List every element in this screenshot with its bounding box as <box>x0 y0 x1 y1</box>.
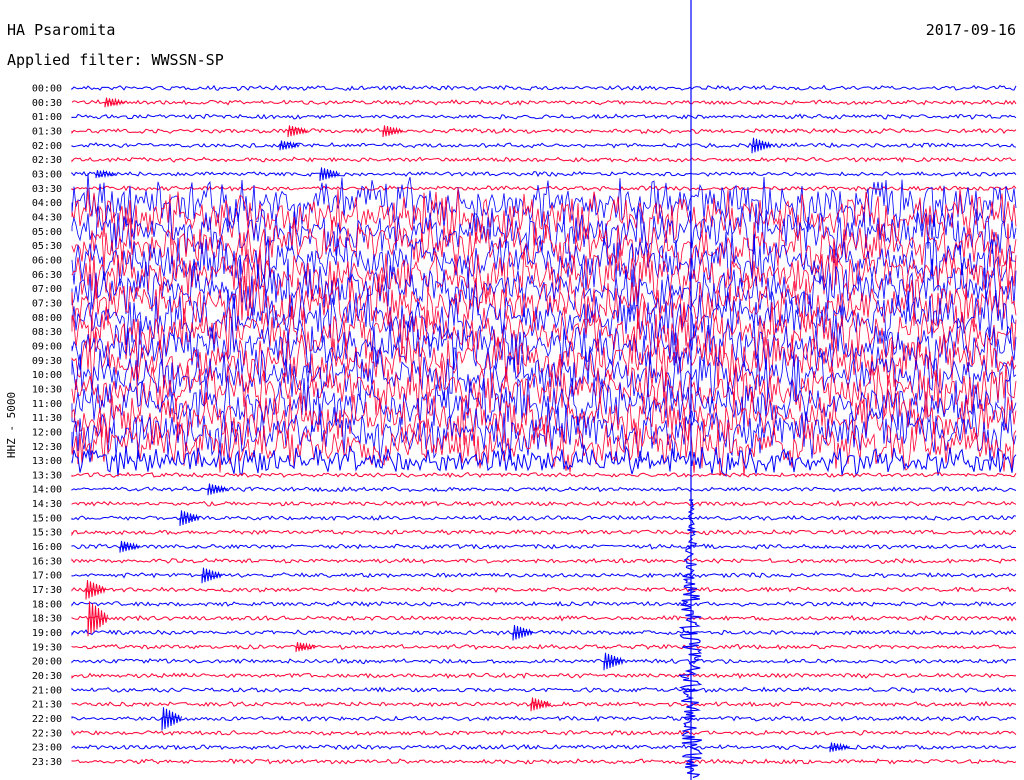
event-burst <box>85 580 106 600</box>
trace-line <box>71 658 1017 665</box>
trace-line <box>71 272 1017 332</box>
trace-line <box>71 471 1017 479</box>
trace-line <box>71 156 1017 163</box>
time-label: 05:00 <box>32 227 62 238</box>
time-label: 21:30 <box>32 700 62 711</box>
time-label: 11:30 <box>32 413 62 424</box>
time-label: 02:00 <box>32 141 62 152</box>
time-label: 08:30 <box>32 327 62 338</box>
trace-line <box>71 113 1017 120</box>
time-label: 15:30 <box>32 528 62 539</box>
trace-line <box>71 686 1017 693</box>
time-label: 16:00 <box>32 542 62 553</box>
helicorder-plot: 00:00 00:30 01:00 01:30 02:00 02:30 03:00 03:30… <box>5 0 1017 780</box>
time-label: 15:00 <box>32 513 62 524</box>
trace-line <box>71 614 1017 622</box>
time-label: 14:00 <box>32 485 62 496</box>
time-label: 07:00 <box>32 284 62 295</box>
time-label: 01:30 <box>32 126 62 137</box>
trace-line <box>71 643 1017 651</box>
time-label: 05:30 <box>32 241 62 252</box>
time-label: 00:00 <box>32 84 62 95</box>
time-label: 14:30 <box>32 499 62 510</box>
trace-line <box>71 586 1017 594</box>
seismic-traces <box>71 84 1017 765</box>
time-label: 07:30 <box>32 298 62 309</box>
trace-line <box>71 743 1017 751</box>
time-label: 10:00 <box>32 370 62 381</box>
time-label: 23:30 <box>32 757 62 768</box>
trace-line <box>71 543 1017 550</box>
time-label: 08:00 <box>32 313 62 324</box>
event-burst <box>287 125 308 138</box>
time-label: 01:00 <box>32 112 62 123</box>
time-label: 03:00 <box>32 169 62 180</box>
time-label: 19:00 <box>32 628 62 639</box>
trace-line <box>71 514 1017 522</box>
time-label: 22:30 <box>32 728 62 739</box>
time-label: 02:30 <box>32 155 62 166</box>
time-label: 03:30 <box>32 184 62 195</box>
time-label: 06:00 <box>32 255 62 266</box>
trace-line <box>71 170 1017 178</box>
time-label: 20:00 <box>32 657 62 668</box>
station-name: HA Psaromita <box>7 21 116 39</box>
time-label: 16:30 <box>32 556 62 567</box>
time-label: 11:00 <box>32 399 62 410</box>
time-label: 04:30 <box>32 212 62 223</box>
trace-line <box>71 629 1017 637</box>
time-label: 17:30 <box>32 585 62 596</box>
time-label: 21:00 <box>32 685 62 696</box>
trace-line <box>71 600 1017 608</box>
time-label: 10:30 <box>32 384 62 395</box>
trace-line <box>71 84 1017 92</box>
time-label: 13:00 <box>32 456 62 467</box>
event-burst <box>95 169 116 179</box>
time-label: 17:00 <box>32 571 62 582</box>
time-label: 12:00 <box>32 427 62 438</box>
trace-line <box>71 203 1017 258</box>
trace-line <box>71 715 1017 723</box>
trace-line <box>71 557 1017 564</box>
time-label: 19:30 <box>32 642 62 653</box>
event-burst <box>295 642 316 652</box>
time-label: 20:30 <box>32 671 62 682</box>
y-axis-label: HHZ - 5000 <box>5 392 18 458</box>
trace-line <box>71 99 1017 106</box>
trace-line <box>71 142 1017 149</box>
time-label: 12:30 <box>32 442 62 453</box>
time-label: 04:00 <box>32 198 62 209</box>
trace-line <box>71 127 1017 135</box>
time-label: 22:00 <box>32 714 62 725</box>
trace-line <box>71 529 1017 537</box>
trace-line <box>71 729 1017 736</box>
time-label: 18:30 <box>32 614 62 625</box>
time-labels: 00:00 00:30 01:00 01:30 02:00 02:30 03:00 03:30… <box>32 84 62 769</box>
time-label: 23:00 <box>32 743 62 754</box>
time-label: 18:00 <box>32 599 62 610</box>
time-label: 13:30 <box>32 470 62 481</box>
event-burst <box>279 140 300 151</box>
trace-line <box>71 758 1017 765</box>
time-label: 00:30 <box>32 98 62 109</box>
trace-line <box>71 672 1017 680</box>
trace-line <box>71 417 1017 477</box>
applied-filter: Applied filter: WWSSN-SP <box>7 51 224 69</box>
time-label: 06:30 <box>32 270 62 281</box>
record-date: 2017-09-16 <box>925 21 1016 39</box>
trace-line <box>71 499 1017 507</box>
time-label: 09:00 <box>32 341 62 352</box>
time-label: 09:30 <box>32 356 62 367</box>
